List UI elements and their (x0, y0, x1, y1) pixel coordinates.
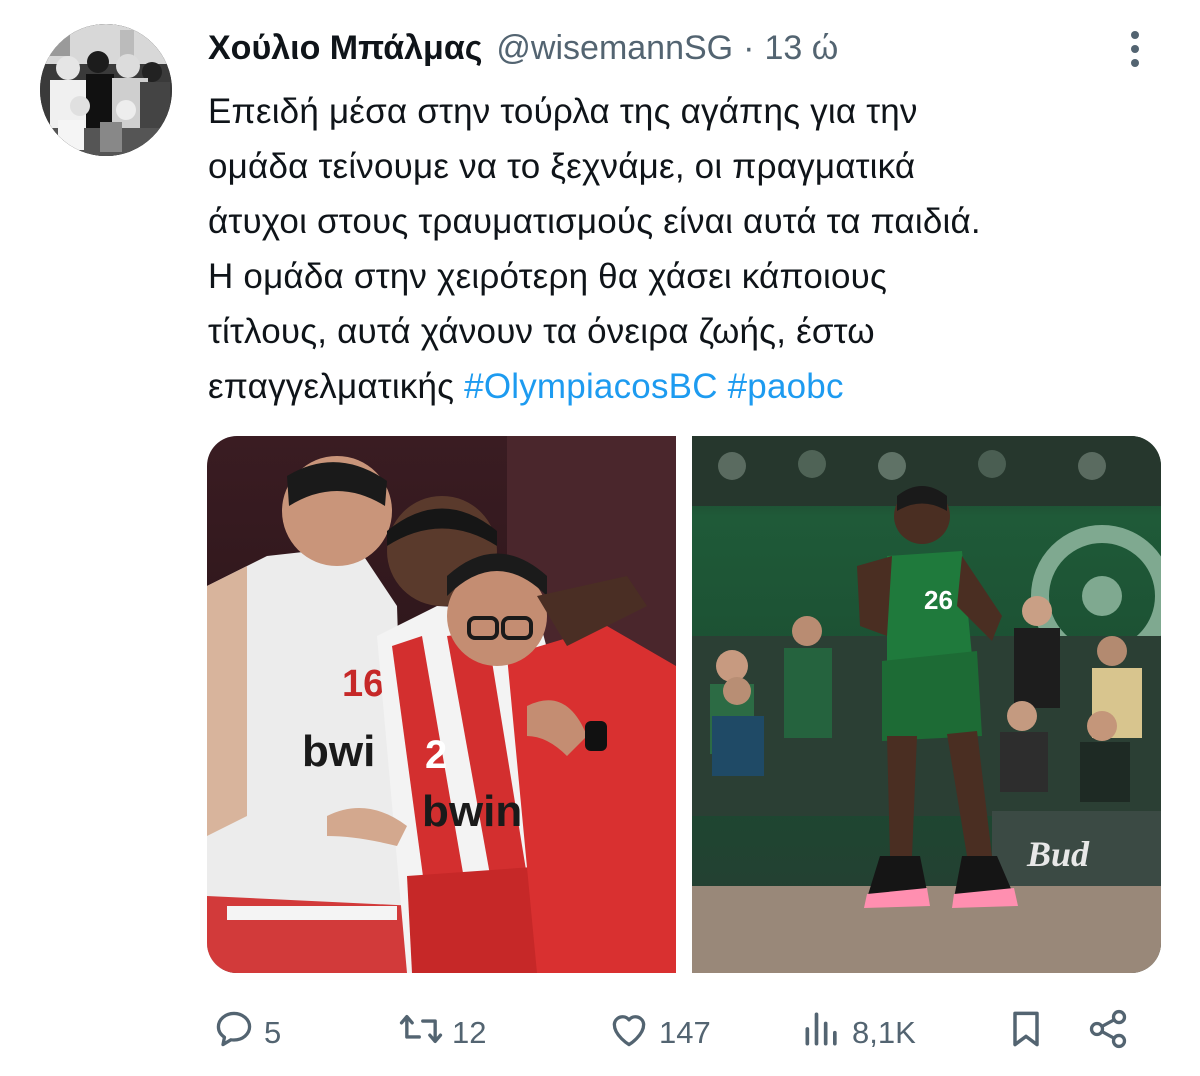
bookmark-button[interactable] (1004, 1005, 1048, 1061)
share-icon (1086, 1007, 1130, 1059)
hashtag-olympiacosbc[interactable]: #OlympiacosBC (464, 367, 718, 406)
reply-icon (212, 1007, 256, 1059)
separator-dot: · (743, 28, 755, 67)
tweet-text-last-line: επαγγελματικής #OlympiacosBC #paobc (208, 359, 1188, 414)
user-handle[interactable]: @wisemannSG (496, 29, 733, 68)
retweet-button[interactable]: 12 (398, 1005, 486, 1061)
tweet-text-line: ομάδα τείνουμε να το ξεχνάμε, οι πραγματ… (208, 147, 916, 186)
sponsor-text: bwin (422, 787, 522, 836)
photo-olympiacos-players[interactable]: 16 bwi 2 bwin (207, 436, 676, 973)
views-button[interactable]: 8,1K (800, 1005, 916, 1061)
jersey-number-2: 2 (425, 733, 447, 777)
like-button[interactable]: 147 (607, 1005, 711, 1061)
tweet-text-line: επαγγελματικής (208, 367, 455, 406)
jersey-number-26: 26 (924, 585, 953, 615)
tweet-text-line: Η ομάδα στην χειρότερη θα χάσει κάποιους (208, 257, 888, 296)
like-count: 147 (659, 1015, 711, 1050)
heart-icon (607, 1007, 651, 1059)
retweet-count: 12 (452, 1015, 487, 1050)
tweet-text-line: άτυχοι στους τραυματισμούς είναι αυτά τα… (208, 202, 981, 241)
jersey-number-16: 16 (342, 663, 384, 705)
views-count: 8,1K (852, 1015, 916, 1050)
hashtag-paobc[interactable]: #paobc (728, 367, 844, 406)
share-button[interactable] (1086, 1005, 1130, 1061)
display-name[interactable]: Χούλιο Μπάλμας (208, 29, 482, 68)
timestamp[interactable]: 13 ώ (764, 29, 838, 68)
tweet-media: 16 bwi 2 bwin Bud 26 (207, 436, 1161, 973)
more-vertical-icon[interactable] (1112, 24, 1158, 74)
avatar[interactable] (40, 24, 172, 156)
reply-count: 5 (264, 1015, 282, 1050)
tweet-text: Επειδή μέσα στην τούρλα της αγάπης για τ… (208, 84, 1188, 414)
views-icon (800, 1007, 844, 1059)
tweet-actions: 5 12 147 8,1K (0, 1005, 1200, 1061)
ad-board-text: Bud (1026, 834, 1090, 874)
tweet-text-line: Επειδή μέσα στην τούρλα της αγάπης για τ… (208, 92, 918, 131)
photo-panathinaikos-player[interactable]: Bud 26 (692, 436, 1161, 973)
retweet-icon (398, 1007, 444, 1059)
sponsor-text-partial: bwi (302, 727, 375, 776)
reply-button[interactable]: 5 (212, 1005, 281, 1061)
bookmark-icon (1004, 1007, 1048, 1059)
tweet-text-line: τίτλους, αυτά χάνουν τα όνειρα ζωής, έστ… (208, 312, 875, 351)
tweet-header: Χούλιο Μπάλμας @wisemannSG · 13 ώ (208, 24, 838, 72)
